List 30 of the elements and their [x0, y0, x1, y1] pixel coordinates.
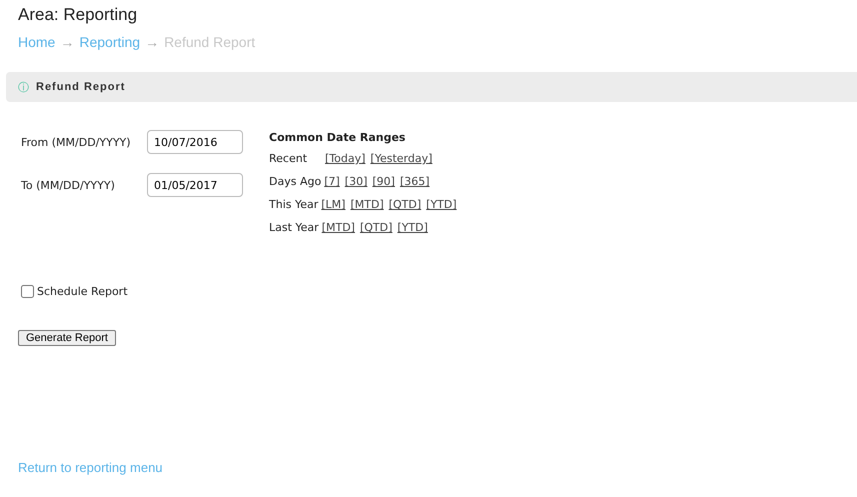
- range-link[interactable]: [Today]: [325, 152, 366, 165]
- breadcrumb-separator: →: [145, 34, 160, 50]
- range-label: Days Ago: [269, 175, 322, 188]
- range-link[interactable]: [30]: [344, 175, 368, 188]
- range-link[interactable]: [LM]: [321, 198, 346, 211]
- range-link[interactable]: [YTD]: [397, 221, 428, 234]
- range-link[interactable]: [QTD]: [360, 221, 392, 234]
- info-icon: ⓘ: [18, 80, 29, 94]
- field-label: To (MM/DD/YYYY): [21, 178, 116, 192]
- range-link[interactable]: [MTD]: [350, 198, 384, 211]
- field-label: From (MM/DD/YYYY): [21, 136, 132, 148]
- range-label: Recent: [269, 152, 308, 165]
- checkbox-label: Schedule Report: [37, 285, 128, 298]
- range-link[interactable]: [90]: [372, 175, 395, 188]
- range-link[interactable]: [QTD]: [388, 198, 422, 211]
- range-link[interactable]: [Yesterday]: [370, 152, 432, 165]
- ranges-title: Common Date Ranges: [269, 131, 406, 146]
- panel-title: Refund Report: [36, 81, 126, 93]
- range-label: This Year: [269, 198, 318, 211]
- range-link[interactable]: [YTD]: [426, 198, 457, 211]
- range-link[interactable]: [MTD]: [322, 221, 355, 234]
- date-field[interactable]: 10/07/2016: [147, 130, 243, 154]
- range-link[interactable]: [365]: [400, 175, 430, 188]
- range-link[interactable]: [7]: [324, 175, 340, 188]
- generate-report-button[interactable]: Generate Report: [18, 330, 116, 346]
- page-title: Area: Reporting: [18, 5, 138, 25]
- date-field[interactable]: 01/05/2017: [147, 173, 243, 197]
- schedule-checkbox[interactable]: [21, 285, 34, 298]
- range-label: Last Year: [269, 221, 319, 234]
- breadcrumb-separator: →: [60, 34, 74, 50]
